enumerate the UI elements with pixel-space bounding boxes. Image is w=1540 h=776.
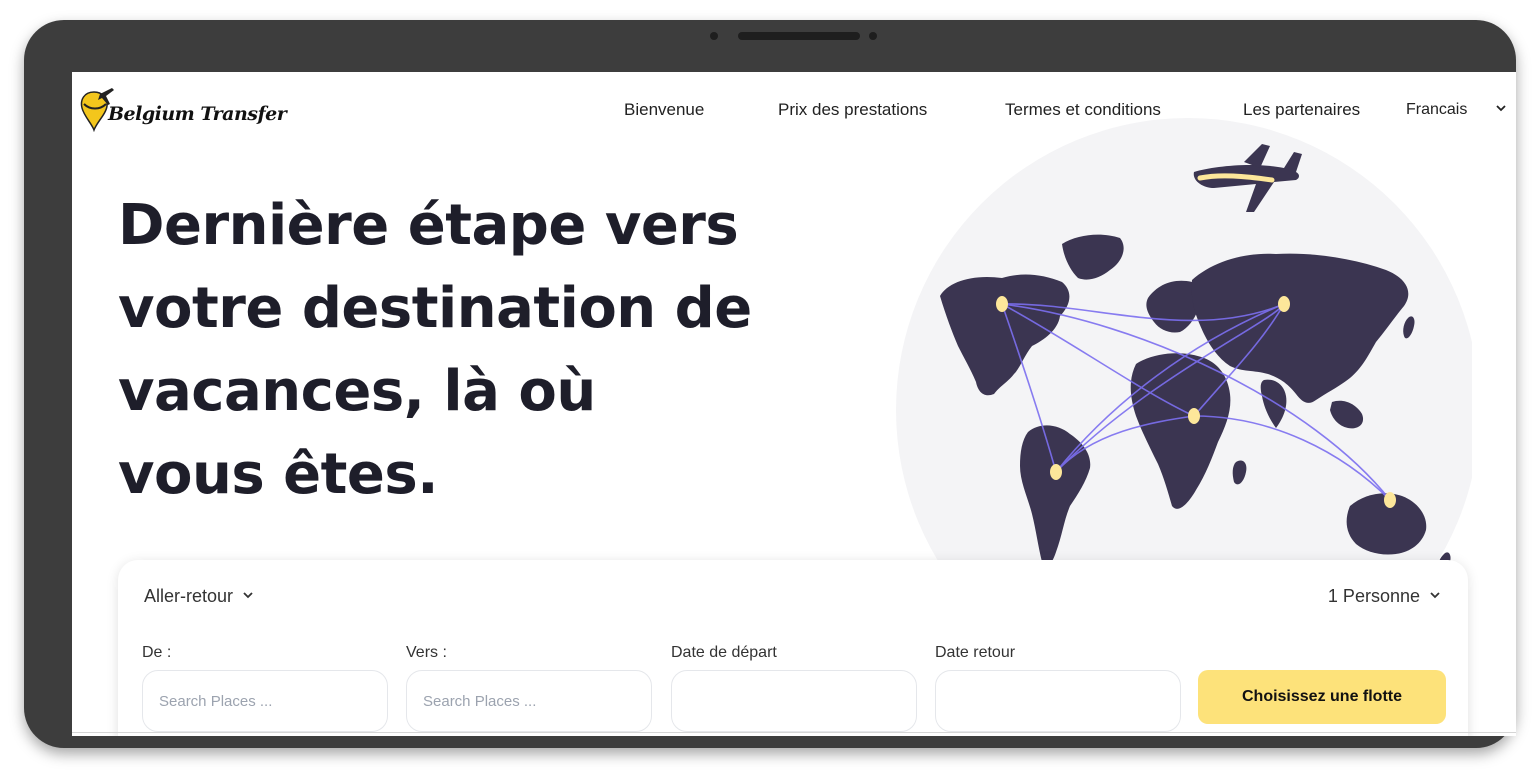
choose-fleet-button[interactable]: Choisissez une flotte: [1198, 670, 1446, 724]
screen: Belgium Transfer Bienvenue Prix des pres…: [72, 72, 1516, 736]
trip-type-label: Aller-retour: [144, 586, 234, 606]
city-dot: [996, 296, 1008, 312]
hero-title: Dernière étape vers votre destination de…: [118, 193, 752, 507]
city-dot: [1188, 408, 1200, 424]
departure-date-input[interactable]: [671, 670, 917, 732]
to-label: Vers :: [406, 644, 447, 661]
chevron-down-icon: [1494, 101, 1508, 120]
trip-type-select[interactable]: Aller-retour: [144, 586, 255, 607]
city-dot: [1278, 296, 1290, 312]
nav-item-bienvenue[interactable]: Bienvenue: [624, 100, 704, 120]
passenger-label: 1 Personne: [1327, 586, 1420, 606]
speaker-bar: [738, 32, 860, 40]
city-dot: [1384, 492, 1396, 508]
departure-date-label: Date de départ: [671, 644, 777, 661]
return-date-input[interactable]: [935, 670, 1181, 732]
camera-dot: [869, 32, 877, 40]
tablet-frame: Belgium Transfer Bienvenue Prix des pres…: [24, 20, 1516, 748]
city-dot: [1050, 464, 1062, 480]
camera-dot: [710, 32, 718, 40]
screen-divider: [72, 732, 1516, 733]
booking-panel: Aller-retour 1 Personne De : Vers : Date…: [118, 560, 1468, 736]
to-input[interactable]: [406, 670, 652, 732]
chevron-down-icon: [241, 586, 255, 607]
from-label: De :: [142, 644, 172, 661]
return-date-label: Date retour: [935, 644, 1016, 661]
from-input[interactable]: [142, 670, 388, 732]
passenger-select[interactable]: 1 Personne: [1328, 586, 1442, 607]
chevron-down-icon: [1428, 586, 1442, 607]
world-map-illustration: [896, 118, 1472, 582]
